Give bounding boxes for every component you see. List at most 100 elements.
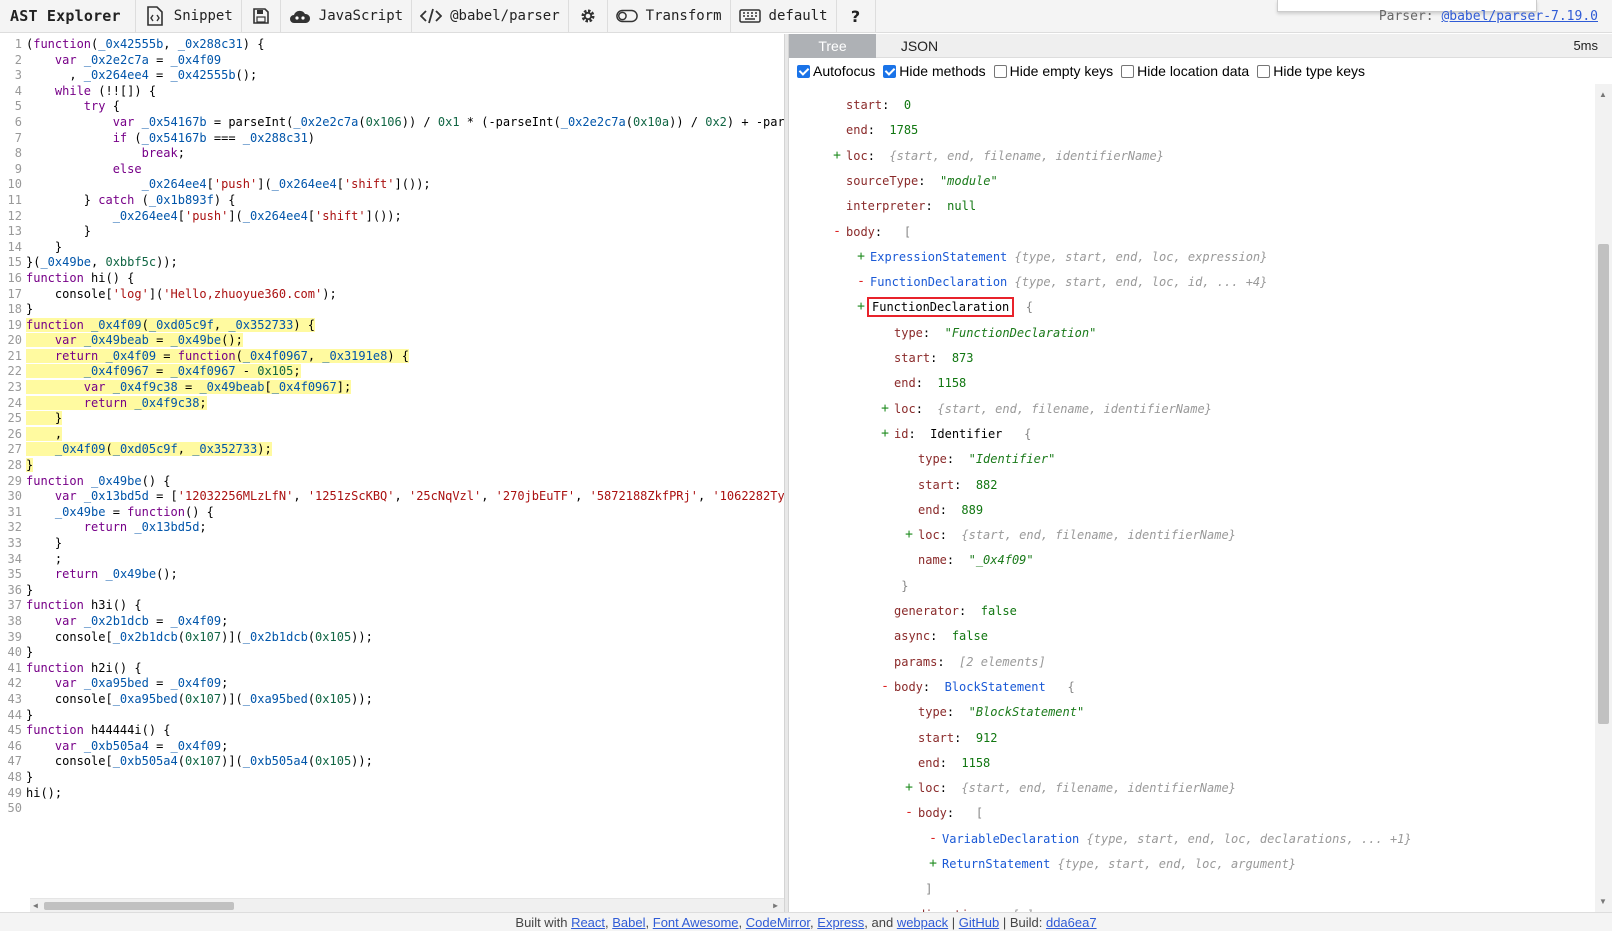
expand-toggle-icon[interactable]: +: [854, 248, 868, 266]
tree-node[interactable]: id: Identifier {: [894, 425, 1031, 443]
tree-node[interactable]: FunctionDeclaration {type, start, end, l…: [870, 273, 1267, 291]
code-line[interactable]: 30 var _0x13bd5d = ['12032256MLzLfN', '1…: [0, 489, 784, 505]
footer-link-webpack[interactable]: webpack: [897, 915, 948, 930]
keymap-select[interactable]: default: [731, 0, 837, 33]
code-line[interactable]: 1 (function(_0x42555b, _0x288c31) {: [0, 37, 784, 53]
code-line[interactable]: 28}: [0, 458, 784, 474]
footer-build-hash[interactable]: dda6ea7: [1046, 915, 1097, 930]
tree-summary[interactable]: {type, start, end, loc, argument}: [1058, 857, 1296, 871]
tree-node[interactable]: sourceType: "module": [846, 172, 1012, 190]
code-line[interactable]: 18}: [0, 302, 784, 318]
option-hide-type-keys[interactable]: Hide type keys: [1257, 63, 1365, 79]
code-line[interactable]: 46 var _0xb505a4 = _0x4f09;: [0, 739, 784, 755]
tree-scroll-thumb[interactable]: [1598, 244, 1609, 724]
tree-node[interactable]: }: [894, 577, 908, 595]
tree-summary[interactable]: [2 elements]: [959, 655, 1046, 669]
editor-scroll-thumb[interactable]: [44, 902, 234, 910]
tree-summary[interactable]: {start, end, filename, identifierName}: [889, 149, 1164, 163]
code-line[interactable]: 37 function h3i() {: [0, 598, 784, 614]
parser-settings-button[interactable]: [569, 0, 608, 33]
code-line[interactable]: 43 console[_0xa95bed(0x107)](_0xa95bed(0…: [0, 692, 784, 708]
code-line[interactable]: 6 var _0x54167b = parseInt(_0x2e2c7a(0x1…: [0, 115, 784, 131]
language-select[interactable]: JavaScript: [281, 0, 413, 33]
expand-toggle-icon[interactable]: +: [854, 298, 868, 316]
autofocus-checkbox[interactable]: [797, 64, 810, 78]
expand-toggle-icon[interactable]: +: [830, 147, 844, 165]
footer-link-babel[interactable]: Babel: [612, 915, 645, 930]
code-line[interactable]: 4 while (!![]) {: [0, 84, 784, 100]
tree-node[interactable]: start: 873: [894, 349, 988, 367]
tree-summary[interactable]: {start, end, filename, identifierName}: [937, 402, 1212, 416]
collapse-toggle-icon[interactable]: -: [830, 223, 844, 241]
snippet-menu[interactable]: Snippet: [136, 0, 242, 33]
code-line[interactable]: 25 }: [0, 411, 784, 427]
code-line[interactable]: 9 else: [0, 162, 784, 178]
code-line[interactable]: 17 console['log']('Hello,zhuoyue360.com'…: [0, 287, 784, 303]
tree-node[interactable]: start: 882: [918, 476, 1012, 494]
tree-summary[interactable]: {type, start, end, loc, expression}: [1015, 250, 1268, 264]
code-line[interactable]: 3 , _0x264ee4 = _0x42555b();: [0, 68, 784, 84]
code-line[interactable]: 41 function h2i() {: [0, 661, 784, 677]
tree-node[interactable]: ]: [918, 880, 932, 898]
scroll-down-arrow-icon[interactable]: ▼: [1599, 897, 1607, 906]
code-line[interactable]: 31 _0x49be = function() {: [0, 505, 784, 521]
tree-node[interactable]: type: "BlockStatement": [918, 703, 1099, 721]
option-autofocus[interactable]: Autofocus: [797, 63, 875, 79]
code-line[interactable]: 36}: [0, 583, 784, 599]
code-line[interactable]: 8 break;: [0, 146, 784, 162]
tree-node[interactable]: VariableDeclaration {type, start, end, l…: [942, 830, 1412, 848]
code-line[interactable]: 35 return _0x49be();: [0, 567, 784, 583]
help-button[interactable]: ?: [837, 0, 876, 33]
tree-node[interactable]: loc: {start, end, filename, identifierNa…: [894, 400, 1212, 418]
scroll-up-arrow-icon[interactable]: ▲: [1599, 90, 1607, 99]
tree-node[interactable]: start: 0: [846, 96, 926, 114]
tree-node[interactable]: end: 1158: [918, 754, 1005, 772]
collapse-toggle-icon[interactable]: -: [854, 273, 868, 291]
tree-node[interactable]: interpreter: null: [846, 197, 991, 215]
code-line[interactable]: 34 ;: [0, 552, 784, 568]
code-line[interactable]: 49 hi();: [0, 786, 784, 802]
code-line[interactable]: 20 var _0x49beab = _0x49be();: [0, 333, 784, 349]
code-line[interactable]: 33 }: [0, 536, 784, 552]
code-line[interactable]: 2 var _0x2e2c7a = _0x4f09: [0, 53, 784, 69]
expand-toggle-icon[interactable]: +: [878, 400, 892, 418]
tree-node[interactable]: ReturnStatement {type, start, end, loc, …: [942, 855, 1296, 873]
code-line[interactable]: 38 var _0x2b1dcb = _0x4f09;: [0, 614, 784, 630]
tree-node[interactable]: loc: {start, end, filename, identifierNa…: [918, 779, 1236, 797]
footer-link-react[interactable]: React: [571, 915, 605, 930]
code-line[interactable]: 42 var _0xa95bed = _0x4f09;: [0, 676, 784, 692]
scroll-right-arrow-icon[interactable]: ▶: [773, 901, 778, 910]
tree-node[interactable]: body: [: [846, 223, 911, 241]
code-line[interactable]: 16 function hi() {: [0, 271, 784, 287]
code-line[interactable]: 19 function _0x4f09(_0xd05c9f, _0x352733)…: [0, 317, 784, 334]
code-line[interactable]: 47 console[_0xb505a4(0x107)](_0xb505a4(0…: [0, 754, 784, 770]
footer-link-express[interactable]: Express: [817, 915, 864, 930]
expand-toggle-icon[interactable]: +: [902, 526, 916, 544]
tree-node[interactable]: end: 889: [918, 501, 998, 519]
code-line[interactable]: 27 _0x4f09(_0xd05c9f, _0x352733);: [0, 442, 784, 458]
tree-vertical-scrollbar[interactable]: ▲ ▼: [1595, 84, 1612, 912]
scroll-left-arrow-icon[interactable]: ◀: [33, 901, 38, 910]
code-line[interactable]: 23 var _0x4f9c38 = _0x49beab[_0x4f0967];: [0, 380, 784, 396]
hide-type-keys-checkbox[interactable]: [1257, 64, 1271, 78]
footer-link-codemirror[interactable]: CodeMirror: [746, 915, 810, 930]
code-line[interactable]: 48}: [0, 770, 784, 786]
code-line[interactable]: 39 console[_0x2b1dcb(0x107)](_0x2b1dcb(0…: [0, 630, 784, 646]
tree-node[interactable]: async: false: [894, 627, 1002, 645]
tab-json[interactable]: JSON: [876, 34, 963, 58]
code-line[interactable]: 24 return _0x4f9c38;: [0, 395, 784, 412]
node-type[interactable]: ExpressionStatement: [870, 250, 1007, 264]
hide-empty-keys-checkbox[interactable]: [993, 64, 1007, 78]
collapse-toggle-icon[interactable]: -: [902, 804, 916, 822]
editor-horizontal-scrollbar[interactable]: ◀ ▶: [30, 898, 784, 912]
code-line[interactable]: 50: [0, 801, 784, 817]
footer-link-font-awesome[interactable]: Font Awesome: [653, 915, 739, 930]
code-line[interactable]: 21 return _0x4f09 = function(_0x4f0967, …: [0, 348, 784, 365]
code-line[interactable]: 45 function h44444i() {: [0, 723, 784, 739]
node-type[interactable]: FunctionDeclaration: [870, 275, 1007, 289]
parser-select[interactable]: @babel/parser: [412, 0, 569, 33]
code-line[interactable]: 40}: [0, 645, 784, 661]
code-line[interactable]: 5 try {: [0, 99, 784, 115]
tree-node[interactable]: end: 1785: [846, 121, 933, 139]
selected-node-type[interactable]: FunctionDeclaration: [866, 297, 1015, 318]
